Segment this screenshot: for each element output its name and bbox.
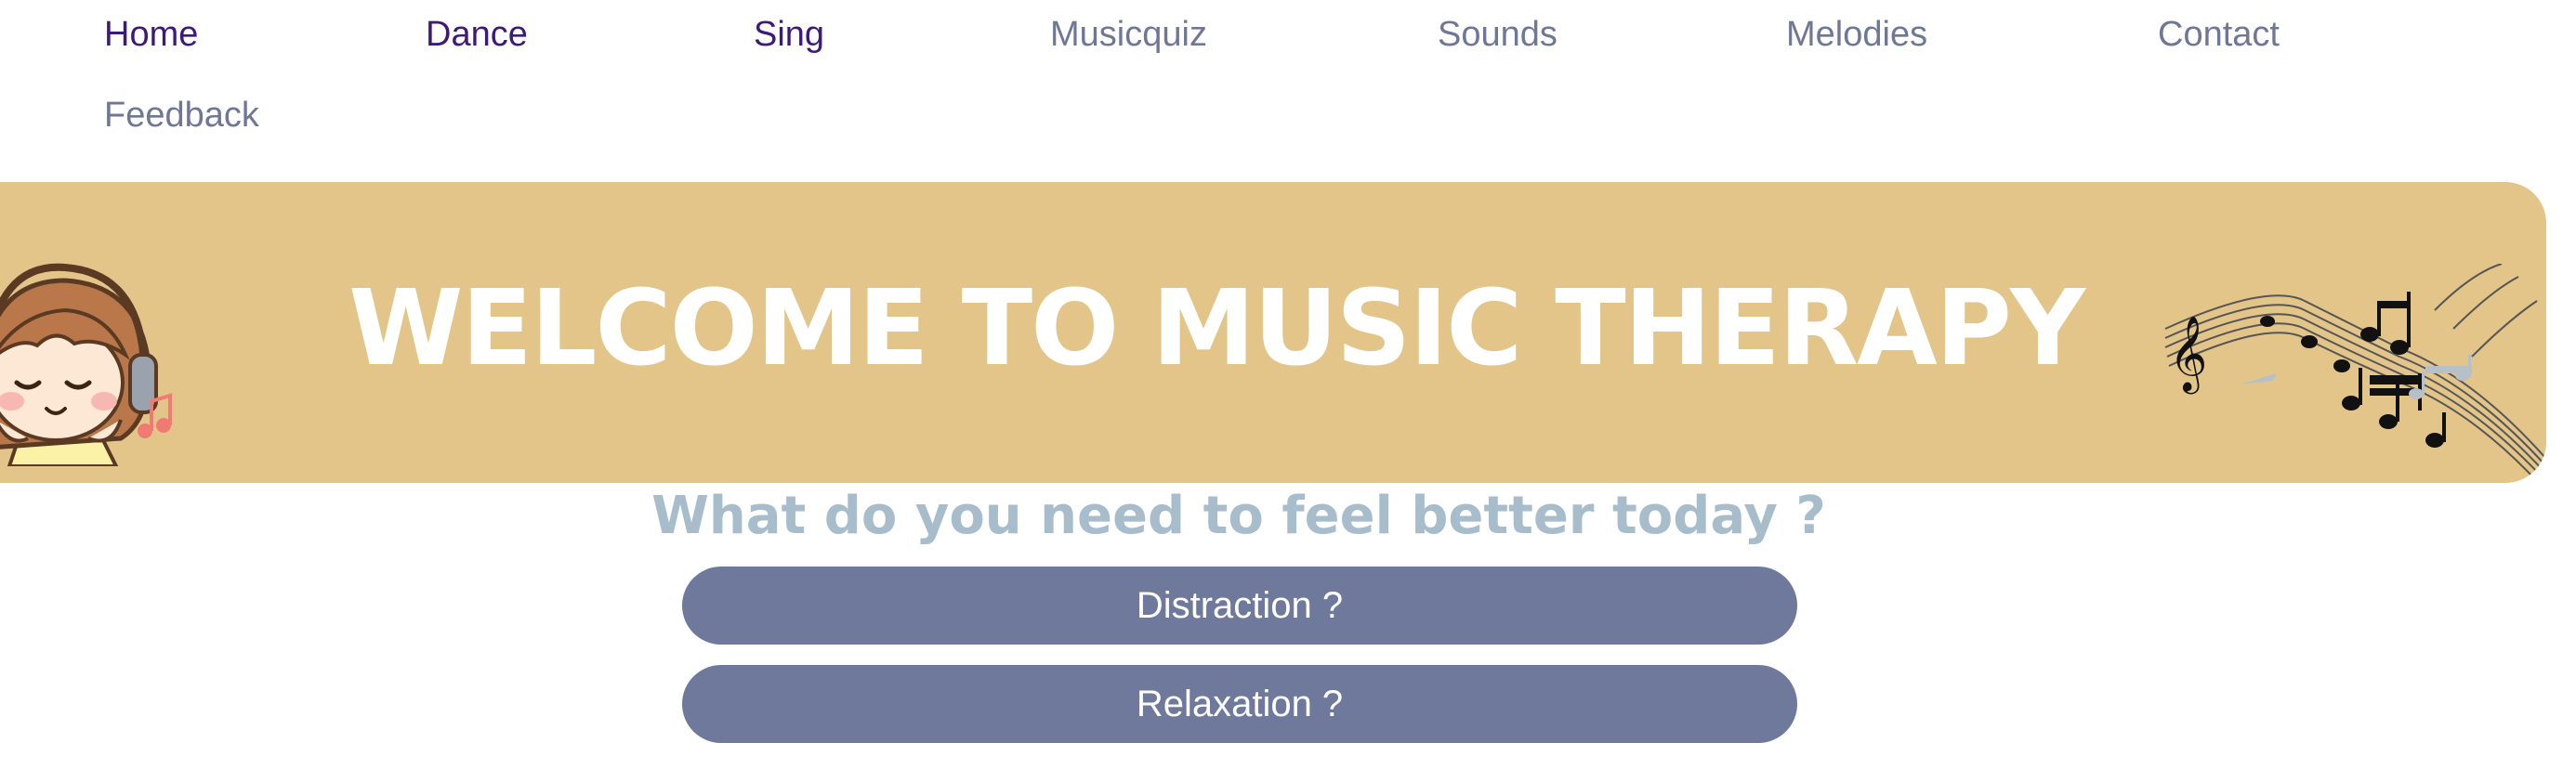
top-nav: Home Dance Sing Musicquiz Sounds Melodie…	[0, 0, 2576, 176]
relaxation-button[interactable]: Relaxation ?	[682, 665, 1797, 743]
music-notes-icon: 𝄞	[2164, 264, 2546, 479]
question-heading: What do you need to feel better today ?	[651, 486, 1826, 546]
nav-link-dance[interactable]: Dance	[426, 17, 528, 52]
nav-link-sing[interactable]: Sing	[754, 17, 824, 52]
nav-link-contact[interactable]: Contact	[2158, 17, 2280, 52]
svg-text:𝄞: 𝄞	[2169, 315, 2207, 394]
nav-link-musicquiz[interactable]: Musicquiz	[1050, 17, 1207, 52]
nav-link-feedback[interactable]: Feedback	[104, 98, 259, 133]
distraction-button[interactable]: Distraction ?	[682, 567, 1797, 645]
welcome-banner: WELCOME TO MUSIC THERAPY 𝄞	[0, 182, 2546, 483]
nav-link-melodies[interactable]: Melodies	[1786, 17, 1927, 52]
nav-link-home[interactable]: Home	[104, 17, 198, 52]
banner-title: WELCOME TO MUSIC THERAPY	[348, 268, 2085, 389]
nav-link-sounds[interactable]: Sounds	[1438, 17, 1557, 52]
girl-with-headphones-icon	[0, 263, 172, 466]
